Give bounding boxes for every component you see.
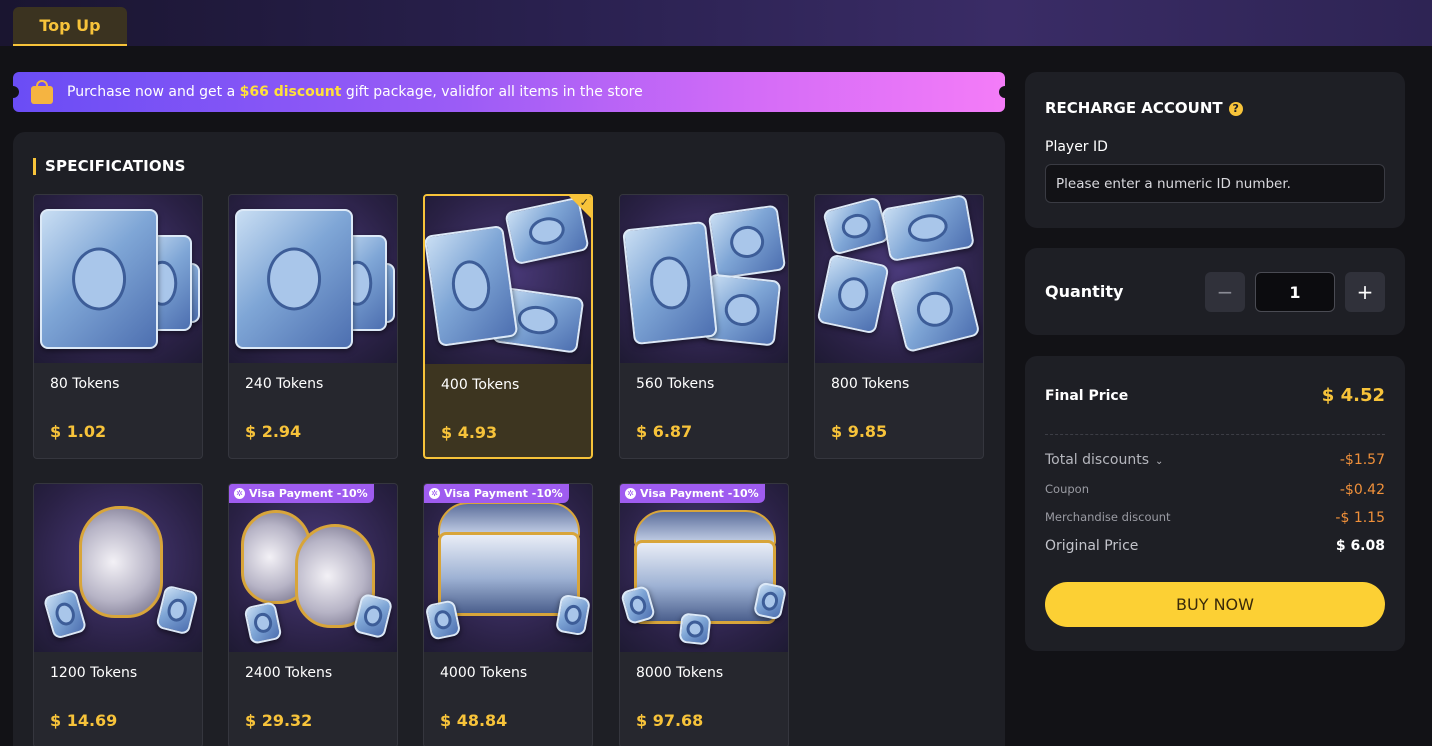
token-pile-image	[620, 195, 788, 363]
specifications-panel: SPECIFICATIONS 80 Tokens $ 1.02 240 Toke…	[13, 132, 1005, 746]
token-bags-image	[229, 484, 397, 652]
token-pile-image	[425, 196, 591, 364]
product-price: $ 97.68	[636, 711, 704, 730]
quantity-value[interactable]: 1	[1255, 272, 1335, 312]
banner-discount-highlight: $66 discount	[239, 84, 342, 100]
visa-badge-icon: ✲	[429, 488, 440, 499]
merchandise-discount-value: -$ 1.15	[1335, 510, 1385, 526]
quantity-panel: Quantity − 1 +	[1025, 248, 1405, 335]
specifications-title: SPECIFICATIONS	[33, 158, 186, 175]
quantity-label: Quantity	[1045, 282, 1124, 301]
decrease-quantity-button[interactable]: −	[1205, 272, 1245, 312]
merchandise-discount-row: Merchandise discount -$ 1.15	[1045, 510, 1385, 526]
product-price: $ 1.02	[50, 422, 107, 441]
final-price-value: $ 4.52	[1321, 385, 1385, 406]
original-price-row: Original Price $ 6.08	[1045, 538, 1385, 554]
product-name: 240 Tokens	[245, 376, 324, 392]
coupon-row: Coupon -$0.42	[1045, 482, 1385, 498]
product-price: $ 2.94	[245, 422, 302, 441]
token-stack-image	[229, 195, 397, 363]
product-name: 2400 Tokens	[245, 665, 333, 681]
merchandise-discount-label: Merchandise discount	[1045, 510, 1171, 524]
coupon-label: Coupon	[1045, 482, 1089, 496]
product-price: $ 48.84	[440, 711, 508, 730]
product-price: $ 4.93	[441, 423, 498, 442]
final-price-label: Final Price	[1045, 388, 1129, 404]
product-price: $ 9.85	[831, 422, 888, 441]
total-discounts-value: -$1.57	[1339, 452, 1385, 468]
visa-badge-icon: ✲	[234, 488, 245, 499]
token-treasure-image	[620, 484, 788, 652]
product-name: 800 Tokens	[831, 376, 910, 392]
product-card-8000-tokens[interactable]: ✲ Visa Payment -10% 8000 Tokens $ 97.68	[619, 483, 789, 746]
total-discounts-row[interactable]: Total discounts ⌄ -$1.57	[1045, 452, 1385, 468]
product-price: $ 6.87	[636, 422, 693, 441]
token-bag-image	[34, 484, 202, 652]
product-price: $ 29.32	[245, 711, 313, 730]
product-card-400-tokens[interactable]: ✓ 400 Tokens $ 4.93	[423, 194, 593, 459]
product-name: 8000 Tokens	[636, 665, 724, 681]
product-card-4000-tokens[interactable]: ✲ Visa Payment -10% 4000 Tokens $ 48.84	[423, 483, 593, 746]
player-id-label: Player ID	[1045, 139, 1108, 155]
price-summary-panel: Final Price $ 4.52 Total discounts ⌄ -$1.…	[1025, 356, 1405, 651]
buy-now-button[interactable]: BUY NOW	[1045, 582, 1385, 627]
token-stack-image	[34, 195, 202, 363]
product-card-560-tokens[interactable]: 560 Tokens $ 6.87	[619, 194, 789, 459]
product-name: 560 Tokens	[636, 376, 715, 392]
product-price: $ 14.69	[50, 711, 118, 730]
total-discounts-label: Total discounts	[1045, 452, 1150, 468]
product-card-1200-tokens[interactable]: 1200 Tokens $ 14.69	[33, 483, 203, 746]
player-id-input[interactable]	[1045, 164, 1385, 203]
original-price-label: Original Price	[1045, 538, 1139, 554]
banner-text: Purchase now and get a $66 discount gift…	[67, 84, 643, 100]
product-name: 400 Tokens	[441, 377, 520, 393]
promo-banner[interactable]: Purchase now and get a $66 discount gift…	[7, 72, 1011, 112]
tab-top-up[interactable]: Top Up	[13, 7, 127, 46]
recharge-account-panel: RECHARGE ACCOUNT? Player ID	[1025, 72, 1405, 228]
product-name: 1200 Tokens	[50, 665, 138, 681]
product-name: 80 Tokens	[50, 376, 120, 392]
coupon-value: -$0.42	[1339, 482, 1385, 498]
product-card-800-tokens[interactable]: 800 Tokens $ 9.85	[814, 194, 984, 459]
shopping-bag-icon	[31, 80, 53, 104]
top-bar: Top Up	[0, 0, 1432, 46]
divider	[1045, 434, 1385, 435]
token-pile-image	[815, 195, 983, 363]
chevron-down-icon[interactable]: ⌄	[1155, 456, 1163, 467]
recharge-account-title: RECHARGE ACCOUNT?	[1045, 99, 1243, 117]
check-icon: ✓	[579, 196, 589, 209]
product-name: 4000 Tokens	[440, 665, 528, 681]
increase-quantity-button[interactable]: +	[1345, 272, 1385, 312]
token-chest-image	[424, 484, 592, 652]
help-icon[interactable]: ?	[1228, 102, 1243, 116]
visa-discount-badge: ✲ Visa Payment -10%	[229, 484, 374, 503]
product-card-80-tokens[interactable]: 80 Tokens $ 1.02	[33, 194, 203, 459]
visa-discount-badge: ✲ Visa Payment -10%	[424, 484, 569, 503]
product-card-2400-tokens[interactable]: ✲ Visa Payment -10% 2400 Tokens $ 29.32	[228, 483, 398, 746]
visa-discount-badge: ✲ Visa Payment -10%	[620, 484, 765, 503]
original-price-value: $ 6.08	[1335, 538, 1385, 554]
product-card-240-tokens[interactable]: 240 Tokens $ 2.94	[228, 194, 398, 459]
visa-badge-icon: ✲	[625, 488, 636, 499]
